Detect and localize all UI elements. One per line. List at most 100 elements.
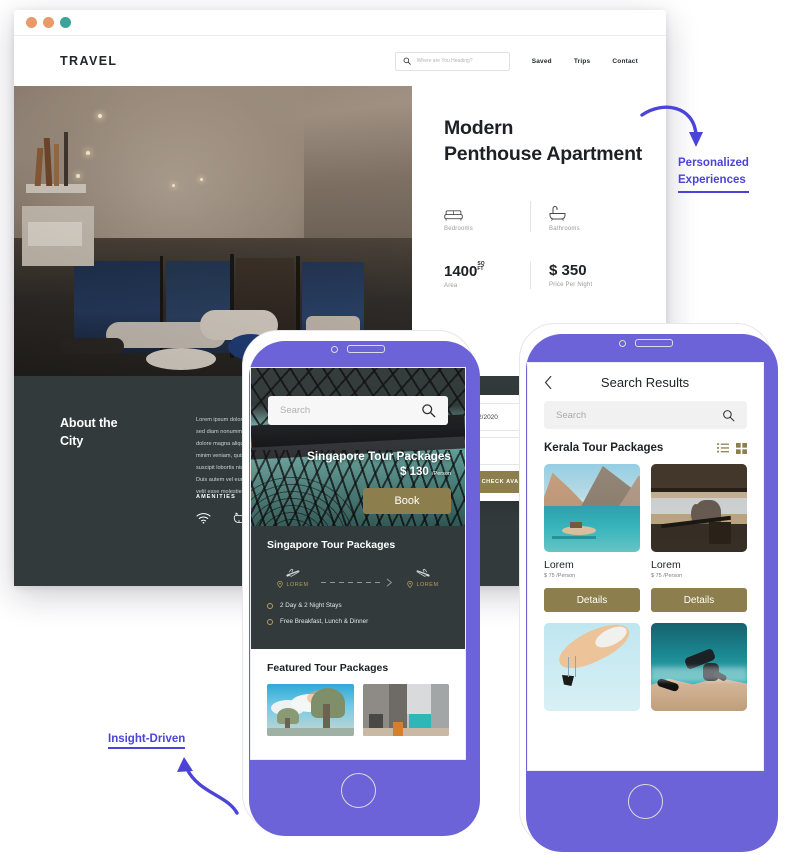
spec-bathrooms-label: Bathrooms [549,226,580,233]
browser-titlebar [14,10,666,36]
phone-mockup-tour-detail: Search Singapore Tour Packages $ 130 /Pe… [242,330,480,836]
route-origin-label: LOREM [286,581,309,588]
window-dot-minimize[interactable] [43,17,54,28]
search-icon[interactable] [722,409,735,422]
search-results-title: Search Results [600,374,690,390]
stat-price-label: Price Per Night [549,282,593,289]
search-icon[interactable] [421,403,436,418]
phone2-section-row: Kerala Tour Packages [528,429,763,464]
result-card[interactable] [651,623,747,711]
featured-packages-row [267,684,449,736]
grid-view-icon[interactable] [736,442,747,454]
singapore-hero-photo: Search Singapore Tour Packages $ 130 /Pe… [251,368,465,526]
featured-packages-section: Featured Tour Packages [251,649,465,736]
nav-link-saved[interactable]: Saved [532,58,552,65]
spec-bathrooms: Bathrooms [530,201,580,233]
route-origin-pin: LOREM [277,581,308,588]
phone2-top-bezel [520,324,771,362]
phone1-search-placeholder: Search [280,405,311,416]
phone1-top-bezel [243,331,473,367]
earpiece-speaker-icon [347,345,385,353]
home-button[interactable] [340,772,376,808]
annotation-arrow-top [640,105,703,147]
flight-route: LOREM LOREM [267,567,449,588]
about-heading-line1: About the [60,416,118,430]
spec-bedrooms-label: Bedrooms [444,226,473,233]
tour-detail-block: Singapore Tour Packages LOREM LOREM 2 Da… [251,526,465,649]
annotation-line1: Personalized [678,157,749,169]
paragliding-photo [544,623,640,711]
phone2-home-button-area [520,771,771,831]
front-camera-icon [331,345,338,353]
view-toggle-group [717,442,747,454]
featured-packages-heading: Featured Tour Packages [267,662,389,674]
bed-icon [444,201,530,222]
page-title: Modern Penthouse Apartment [444,116,666,167]
stat-area-unit-bottom: FT [477,266,484,273]
about-heading-line2: City [60,434,84,449]
wifi-icon [196,512,211,524]
route-destination: LOREM [397,567,449,588]
details-button[interactable]: Details [544,588,640,612]
phone1-home-button-area [243,760,473,820]
result-card-name: Lorem [544,559,574,571]
featured-thumb-supertrees[interactable] [267,684,354,736]
list-item: Free Breakfast, Lunch & Dinner [267,618,449,625]
window-dot-maximize[interactable] [60,17,71,28]
annotation-line2: Experiences [678,173,746,186]
stat-area: 1400 SQ FT Area [444,261,530,290]
stat-area-value: 1400 SQ FT [444,261,485,281]
tour-detail-title: Singapore Tour Packages [267,539,396,551]
list-view-icon[interactable] [717,443,729,453]
plane-arrive-icon [416,568,430,577]
search-placeholder: Where are You Heading? [416,58,473,64]
route-destination-pin: LOREM [407,581,438,588]
tour-feature-label: Free Breakfast, Lunch & Dinner [280,618,369,625]
route-origin: LOREM [267,567,319,588]
result-card[interactable] [544,623,640,711]
tour-feature-label: 2 Day & 2 Night Stays [280,602,342,609]
search-input[interactable]: Where are You Heading? [394,51,510,71]
about-city-heading: About the City [60,414,168,586]
book-button[interactable]: Book [363,488,451,514]
phone1-search-input[interactable]: Search [268,396,448,425]
snorkeling-photo [651,623,747,711]
route-destination-label: LOREM [416,581,439,588]
result-card-name: Lorem [651,559,681,571]
location-pin-icon [407,581,414,588]
brand-logo[interactable]: TRAVEL [60,54,117,68]
list-item: 2 Day & 2 Night Stays [267,602,449,609]
property-title-line1: Modern [444,117,514,139]
amenities-icon-row [196,511,247,524]
nav-link-trips[interactable]: Trips [574,58,591,65]
front-camera-icon [618,339,626,347]
search-icon [403,57,411,65]
amenities-heading: AMENITIES [196,494,236,500]
bathtub-icon [549,201,580,222]
stat-price-value: $ 350 [549,262,587,280]
stat-price: $ 350 Price Per Night [530,262,593,290]
result-card-price: $ 75 /Person [651,573,683,579]
nav-link-contact[interactable]: Contact [612,58,638,65]
bullet-icon [267,618,273,625]
home-button[interactable] [628,783,663,819]
result-card[interactable]: Lorem $ 75 /Person Details [544,464,640,612]
search-results-grid: Lorem $ 75 /Person Details Lorem $ 75 /P… [528,464,763,711]
annotation-personalized-experiences: Personalized Experiences [678,155,749,194]
kerala-section-title: Kerala Tour Packages [544,442,664,454]
property-stats-row: 1400 SQ FT Area $ 350 Price Per Night [444,261,666,290]
spec-bedrooms: Bedrooms [444,201,530,232]
site-navbar: TRAVEL Where are You Heading? Saved Trip… [14,36,666,86]
singapore-hero-overlay: Singapore Tour Packages $ 130 /Person Bo… [251,449,465,526]
search-results-header: Search Results [528,363,763,401]
property-title-line2: Penthouse Apartment [444,142,643,165]
phone2-search-input[interactable]: Search [544,401,747,429]
featured-thumb-street[interactable] [362,684,449,736]
property-spec-row: Bedrooms Bathrooms [444,201,666,233]
stat-area-label: Area [444,283,458,290]
details-button[interactable]: Details [651,588,747,612]
result-card[interactable]: Lorem $ 75 /Person Details [651,464,747,612]
window-dot-close[interactable] [26,17,37,28]
safari-elephant-photo [651,464,747,552]
earpiece-speaker-icon [634,339,673,347]
